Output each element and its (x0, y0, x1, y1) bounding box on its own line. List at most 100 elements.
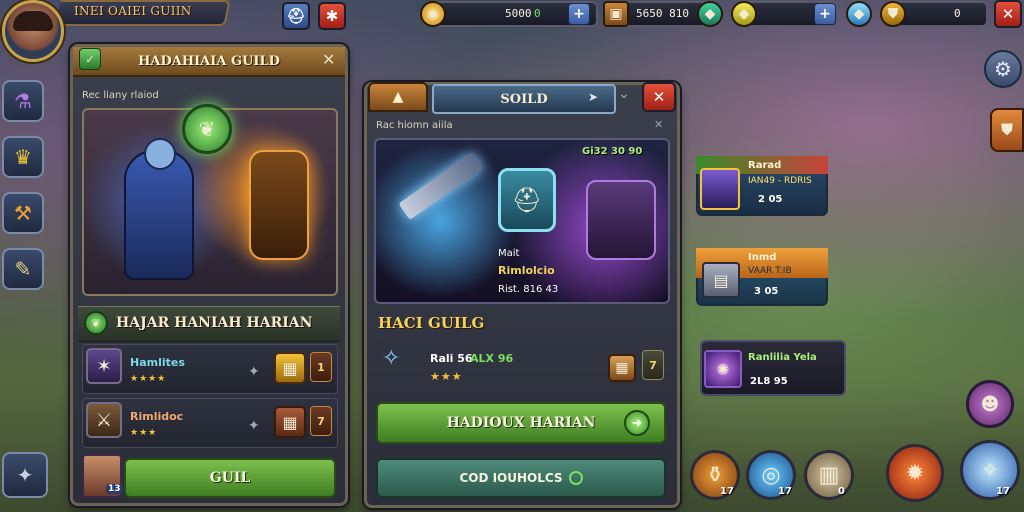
center-panel-title: SOILD (500, 91, 548, 107)
side-card-sub: IAN49 - RDRIS (748, 176, 812, 186)
pet-portrait[interactable]: ☻ (966, 380, 1014, 428)
side-card-value: 2 05 (758, 194, 783, 205)
side-card-title: Inmd (748, 252, 777, 263)
left-panel-badge: ✓ (79, 48, 101, 70)
artwork-line-3: Rist. 816 43 (498, 284, 559, 295)
secondary-action-label: COD IOUHOLCS (459, 471, 563, 485)
profile-button[interactable]: ⛑ (282, 2, 310, 30)
potion-icon: ⚱ (705, 462, 725, 488)
shield-icon: ⛊ (880, 1, 906, 27)
gold-crate-icon: ▦ (274, 352, 306, 384)
item-name: Hamlites (130, 356, 185, 369)
side-card-value: 3 05 (754, 286, 779, 297)
cat-face-icon: ☻ (980, 393, 1000, 415)
section-leaf-icon: ❦ (84, 311, 108, 335)
reward-value: ALX 96 (470, 352, 514, 365)
treasure-chest-icon: ▦ (608, 354, 636, 382)
center-panel-close-button[interactable]: ✕ (642, 82, 676, 112)
purple-potion-icon: ⚗ (14, 89, 32, 113)
guild-artwork: ❦ (82, 104, 338, 296)
hammer-icon: ⚒ (14, 201, 32, 225)
settings-button[interactable]: ⚙ (984, 50, 1022, 88)
artwork-badge: Gi32 30 90 (582, 146, 643, 157)
left-panel-title: HADAHIAIA GUILD (138, 53, 280, 69)
primary-action-label: HADIOUX HARIAN (446, 415, 596, 431)
rail-button-scroll[interactable]: ✎ (2, 248, 44, 290)
rail-button-crown[interactable]: ♛ (2, 136, 44, 178)
reward-stars: ★★★ (430, 370, 463, 383)
guild-emblem: ❦ (182, 104, 232, 154)
guild-button[interactable]: GUIL (124, 458, 336, 498)
primary-action-button[interactable]: HADIOUX HARIAN (376, 402, 666, 444)
crystal-icon: ✧ (980, 457, 1000, 483)
left-panel-close-button[interactable]: ✕ (322, 50, 335, 69)
guild-button-label: GUIL (209, 470, 251, 486)
barrel-button[interactable]: ▥ (804, 450, 854, 500)
leaf-emblem-icon: ❦ (198, 117, 216, 141)
left-section-title: HAJAR HANIAH HARIAN (116, 315, 313, 331)
member-level-badge: 13 (106, 484, 123, 494)
side-card-value: 2L8 95 (750, 376, 788, 387)
close-hud-button[interactable]: ✕ (994, 0, 1022, 28)
gear-icon: ⚙ (994, 57, 1012, 81)
gold-value: 5000 (505, 7, 532, 20)
shop-tab-button[interactable]: ⛊ (990, 108, 1024, 152)
player-name: INEI OAIEI GUIIN (74, 4, 192, 18)
helmet-icon: ⛑ (286, 7, 306, 25)
elf-portrait (700, 168, 740, 210)
rail-button-potion[interactable]: ⚗ (2, 80, 44, 122)
barrel-icon: ▥ (818, 462, 840, 488)
reward-count: 7 (642, 350, 664, 380)
secondary-action-button[interactable]: COD IOUHOLCS (376, 458, 666, 498)
center-tab-home[interactable]: ▲ (368, 82, 428, 112)
close-icon: ✕ (1001, 5, 1015, 23)
yellow-gem-icon: ◆ (731, 1, 757, 27)
star-burst-icon: ✱ (325, 7, 339, 25)
armor-crate-icon: ▤ (702, 262, 740, 298)
crossed-swords-icon: ✧ (382, 346, 401, 371)
copper-crate-icon: ▦ (274, 406, 306, 438)
knight-helmet (144, 138, 176, 170)
close-icon: ✕ (652, 88, 666, 106)
portal-count: 17 (778, 486, 792, 497)
item-name: Rimlidoc (130, 410, 184, 423)
center-artwork: ⛑ Gi32 30 90 Mait Rimlolcio Rist. 816 43 (374, 138, 670, 304)
reward-label: Rali 56 (430, 352, 473, 365)
shuriken-icon: ✦ (248, 418, 260, 434)
barrel-count: 0 (838, 486, 845, 497)
battle-axe-figure (398, 151, 484, 221)
chevron-down-icon[interactable]: ⌄ (618, 86, 630, 102)
magic-orb-icon: ✺ (704, 350, 742, 388)
player-avatar[interactable] (2, 0, 64, 62)
blue-crystal-icon: ◆ (846, 1, 872, 27)
add-gold-button[interactable]: + (568, 3, 590, 25)
item-count: 7 (310, 406, 332, 436)
rail-button-forge[interactable]: ⚒ (2, 192, 44, 234)
triangle-up-icon: ▲ (392, 89, 404, 105)
green-orb-icon (568, 471, 583, 485)
crystal-skill-button[interactable]: ✧ (960, 440, 1020, 500)
potion-count: 17 (720, 486, 734, 497)
share-button[interactable]: ✱ (318, 2, 346, 30)
fire-icon: ✹ (905, 460, 925, 486)
portal-icon: ◎ (761, 462, 781, 488)
fire-skill-button[interactable]: ✹ (886, 444, 944, 502)
add-gems-button[interactable]: + (814, 3, 836, 25)
compass-star-icon: ✦ (16, 463, 34, 487)
shield-value: 0 (954, 7, 961, 20)
center-panel-subtitle: Rac hiomn aiila (376, 120, 453, 131)
gold-crest-icon: ♛ (14, 145, 32, 169)
left-panel-subtitle: Rec liany rlaiod (82, 90, 159, 101)
avatar-hair (13, 11, 53, 31)
helmet-icon: ⛑ (511, 186, 543, 214)
left-panel-header: HADAHIAIA GUILD (73, 47, 345, 77)
center-section-title: HACI GUILG (378, 314, 485, 332)
crystal-count: 17 (996, 486, 1010, 497)
item-stars: ★★★ (130, 428, 158, 438)
info-close-icon[interactable]: ✕ (654, 118, 663, 131)
gold-coin-icon: ◉ (420, 1, 446, 27)
item-axe-icon: ✶ (86, 348, 122, 384)
side-card-title: Rarad (748, 160, 782, 171)
arrow-right-icon[interactable]: ➤ (588, 90, 598, 104)
rail-button-compass[interactable]: ✦ (2, 452, 48, 498)
